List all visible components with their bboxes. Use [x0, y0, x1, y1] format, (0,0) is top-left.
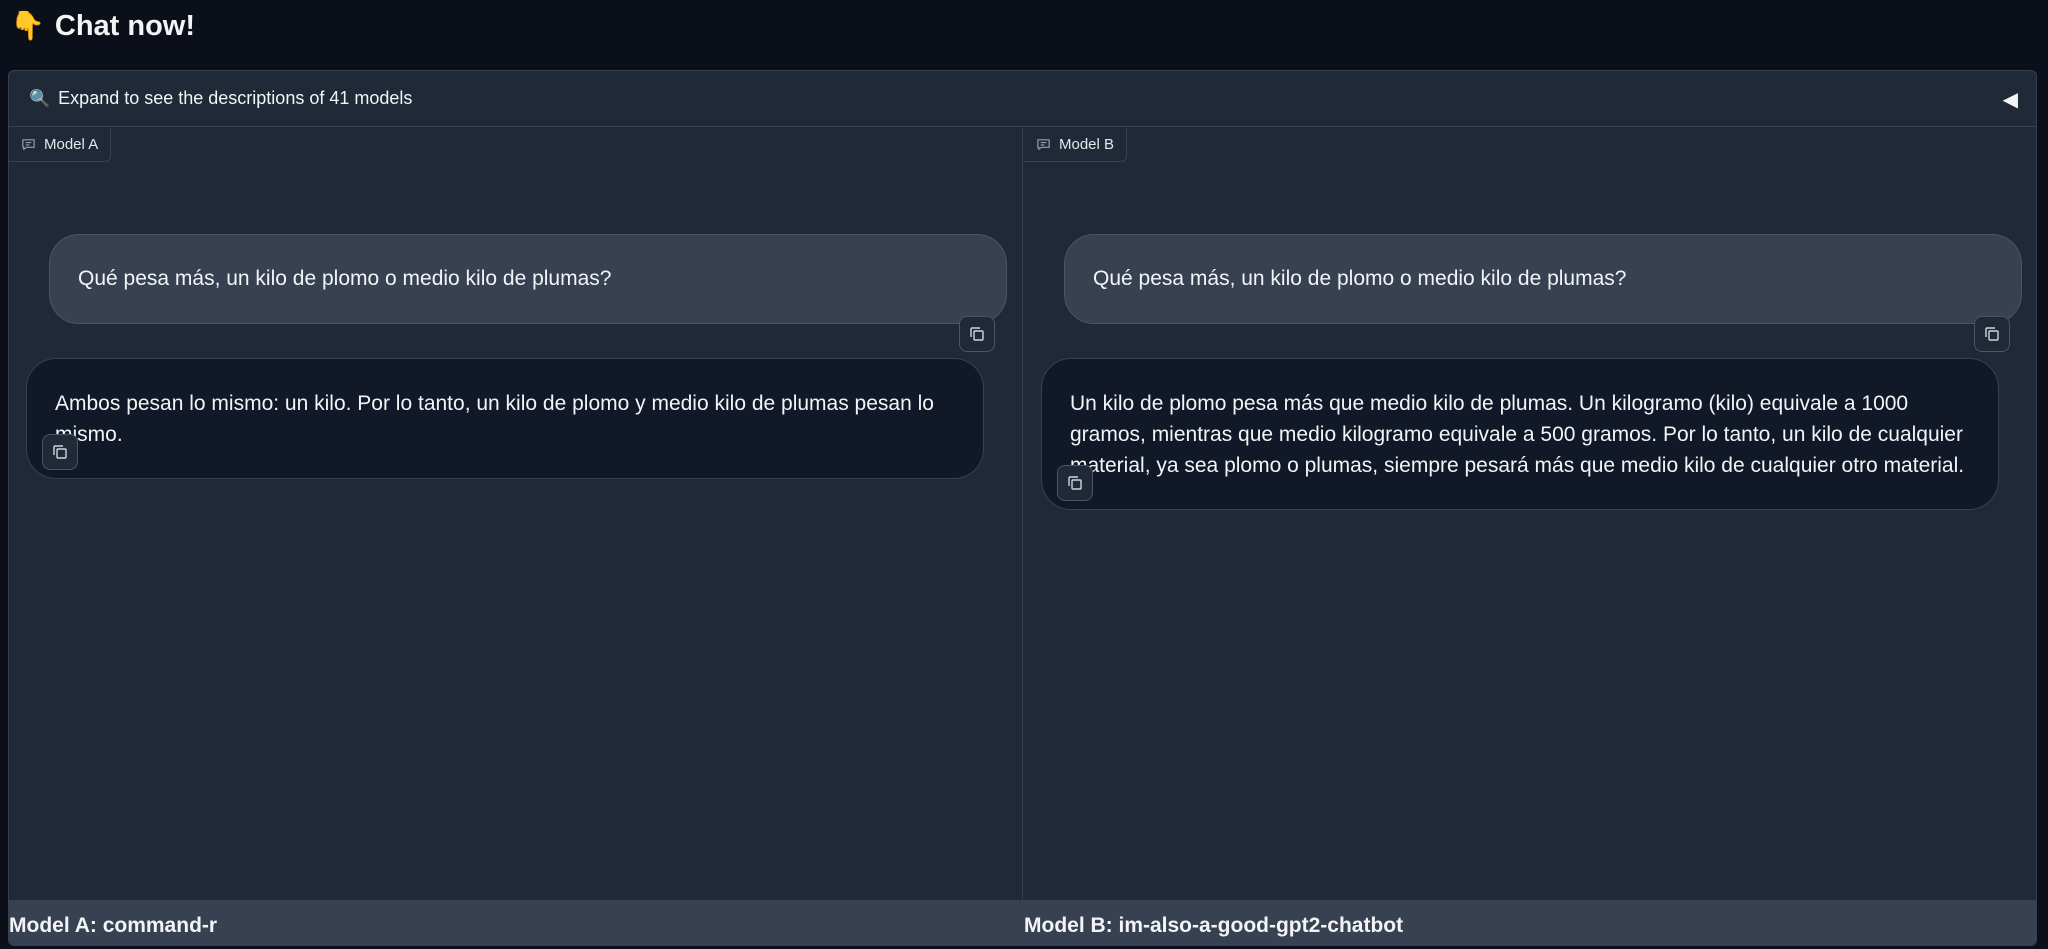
copy-icon: [970, 327, 984, 341]
arena-panel: 🔍 Expand to see the descriptions of 41 m…: [8, 70, 2037, 946]
user-message-text: Qué pesa más, un kilo de plomo o medio k…: [1093, 267, 1627, 290]
chatbot-model-a[interactable]: Model A Qué pesa más, un kilo de plomo o…: [9, 128, 1023, 900]
bot-message: Un kilo de plomo pesa más que medio kilo…: [1041, 358, 1999, 510]
chat-icon: [22, 139, 35, 151]
model-a-tag: Model A: [9, 128, 112, 162]
model-b-tag: Model B: [1024, 128, 1128, 162]
user-message: Qué pesa más, un kilo de plomo o medio k…: [49, 234, 1007, 324]
copy-icon: [53, 445, 67, 459]
collapse-toggle-icon[interactable]: ◀: [2003, 87, 2018, 111]
copy-icon: [1985, 327, 1999, 341]
copy-button[interactable]: [1974, 316, 2010, 352]
bot-message-text: Un kilo de plomo pesa más que medio kilo…: [1070, 392, 1965, 477]
bot-message: Ambos pesan lo mismo: un kilo. Por lo ta…: [26, 358, 984, 479]
accordion-label: Expand to see the descriptions of 41 mod…: [58, 88, 413, 108]
pointing-down-icon: 👇: [10, 9, 45, 42]
model-b-name: Model B: im-also-a-good-gpt2-chatbot: [1024, 914, 1404, 937]
copy-button[interactable]: [1057, 465, 1093, 501]
copy-icon: [1068, 476, 1082, 490]
chatbot-model-b[interactable]: Model B Qué pesa más, un kilo de plomo o…: [1024, 128, 2036, 900]
copy-button[interactable]: [42, 434, 78, 470]
model-b-tag-label: Model B: [1059, 136, 1115, 153]
user-message-text: Qué pesa más, un kilo de plomo o medio k…: [78, 267, 612, 290]
user-message: Qué pesa más, un kilo de plomo o medio k…: [1064, 234, 2022, 324]
model-a-tag-label: Model A: [44, 136, 99, 153]
model-names-footer: Model A: command-r Model B: im-also-a-go…: [9, 900, 2036, 945]
model-descriptions-accordion[interactable]: 🔍 Expand to see the descriptions of 41 m…: [9, 71, 2036, 127]
model-a-name: Model A: command-r: [9, 914, 218, 937]
copy-button[interactable]: [959, 316, 995, 352]
page-header: 👇 Chat now!: [10, 6, 195, 46]
magnifier-icon: 🔍: [29, 88, 51, 109]
bot-message-text: Ambos pesan lo mismo: un kilo. Por lo ta…: [55, 392, 934, 446]
page-title: Chat now!: [54, 9, 196, 42]
chat-icon: [1037, 139, 1050, 151]
